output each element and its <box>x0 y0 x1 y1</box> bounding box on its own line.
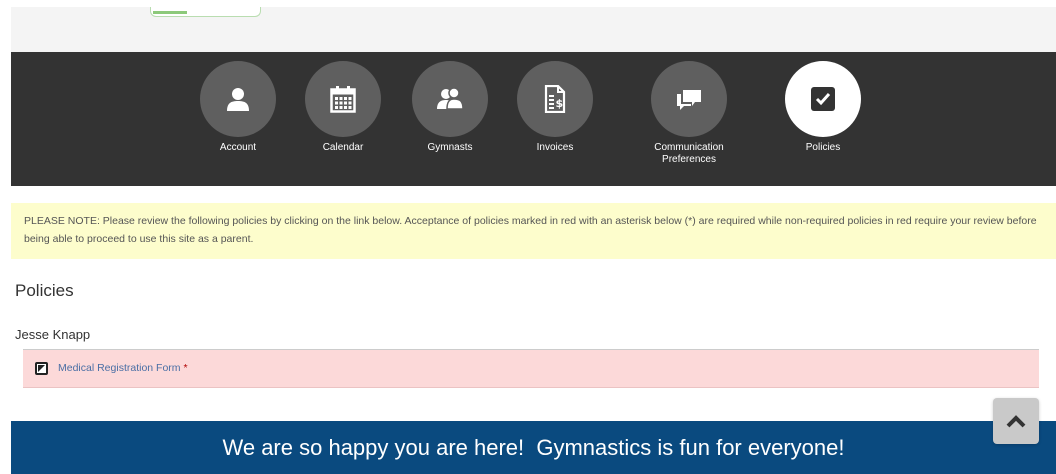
nav-label-communication-preferences: Communication Preferences <box>654 142 724 165</box>
required-marker: * <box>183 362 188 374</box>
policy-checkbox[interactable] <box>35 362 48 375</box>
header-tab[interactable] <box>150 7 261 17</box>
nav-item-policies[interactable]: Policies <box>773 61 873 154</box>
footer-text: We are so happy you are here! Gymnastics… <box>222 435 845 460</box>
nav-item-invoices[interactable]: $ Invoices <box>505 61 605 154</box>
calendar-icon <box>305 61 381 137</box>
person-name: Jesse Knapp <box>15 327 91 342</box>
nav-item-account[interactable]: Account <box>188 61 288 154</box>
users-icon <box>412 61 488 137</box>
nav-label-calendar: Calendar <box>322 142 364 153</box>
chevron-up-icon <box>1006 415 1026 428</box>
policy-notice: PLEASE NOTE: Please review the following… <box>11 203 1056 259</box>
policy-row: Medical Registration Form * <box>23 350 1039 388</box>
header-tab-indicator <box>153 11 187 14</box>
checkbox-icon <box>785 61 861 137</box>
nav-item-communication-preferences[interactable]: Communication Preferences <box>639 61 739 166</box>
nav-label-policies: Policies <box>805 142 841 153</box>
nav-item-gymnasts[interactable]: Gymnasts <box>400 61 500 154</box>
chat-icon <box>651 61 727 137</box>
scroll-to-top-button[interactable] <box>993 398 1039 444</box>
footer-banner: We are so happy you are here! Gymnastics… <box>11 421 1056 474</box>
user-icon <box>200 61 276 137</box>
nav-item-calendar[interactable]: Calendar <box>293 61 393 154</box>
policy-link-label: Medical Registration Form <box>58 362 181 374</box>
svg-text:$: $ <box>556 97 564 110</box>
nav-label-account: Account <box>219 142 257 153</box>
nav-bar: Account Calendar Gymnasts $ Invoices Com… <box>11 52 1056 186</box>
page-title: Policies <box>15 281 74 300</box>
checkbox-mark-icon <box>38 365 45 372</box>
top-strip <box>11 7 1056 52</box>
nav-label-invoices: Invoices <box>536 142 574 153</box>
invoice-icon: $ <box>517 61 593 137</box>
policy-link-medical-registration-form[interactable]: Medical Registration Form * <box>58 362 188 374</box>
nav-label-gymnasts: Gymnasts <box>427 142 473 153</box>
